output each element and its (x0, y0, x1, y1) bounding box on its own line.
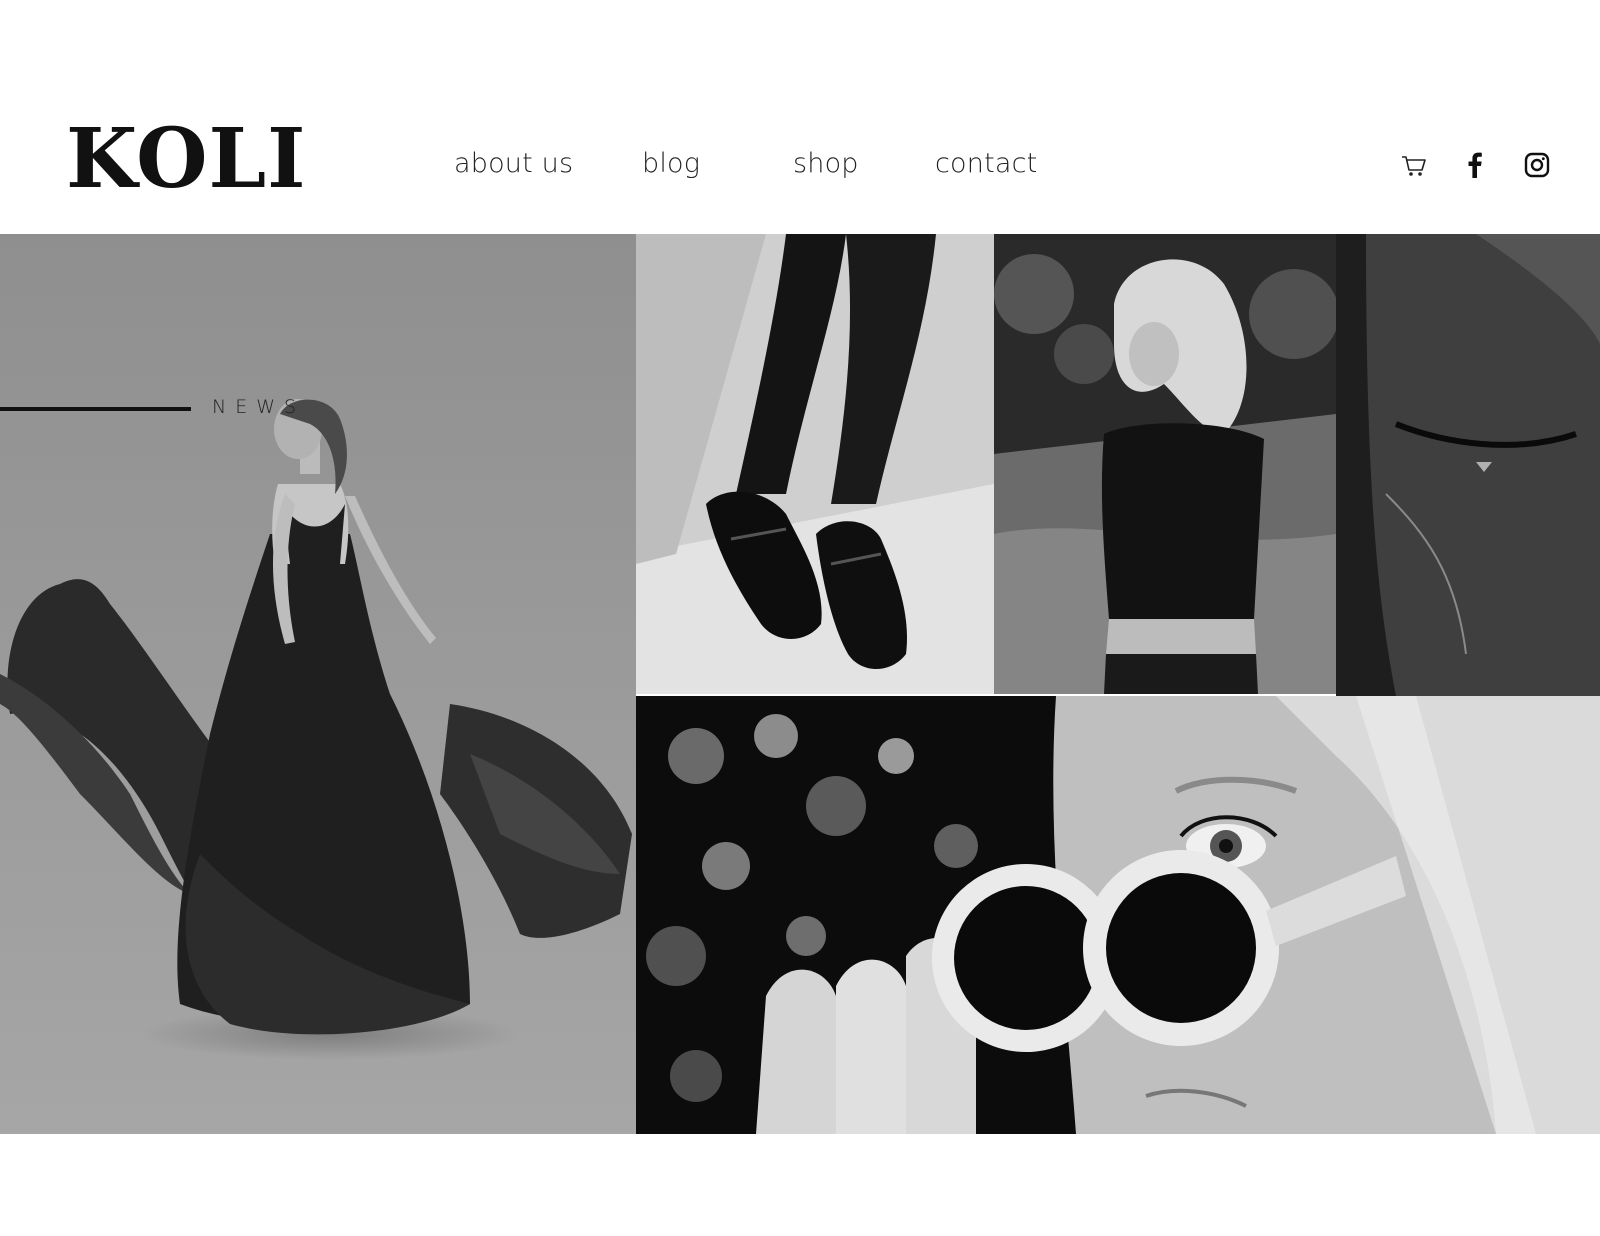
cart-icon[interactable] (1399, 150, 1429, 180)
nav-about-us[interactable]: about us (454, 148, 573, 180)
news-divider (0, 407, 191, 411)
site-header: KOLI about us blog shop contact (0, 0, 1600, 234)
gown-photo (0, 234, 636, 1134)
nav-blog[interactable]: blog (642, 148, 700, 180)
nav-shop[interactable]: shop (793, 148, 859, 180)
sunglasses-photo (636, 696, 1600, 1134)
nav-contact[interactable]: contact (935, 148, 1037, 180)
instagram-icon[interactable] (1522, 150, 1552, 180)
shoes-photo (636, 234, 994, 694)
site-logo[interactable]: KOLI (66, 118, 307, 200)
street-woman-photo (994, 234, 1336, 694)
news-label[interactable]: NEWS (212, 396, 305, 418)
facebook-icon[interactable] (1460, 150, 1490, 180)
choker-photo (1336, 234, 1600, 696)
